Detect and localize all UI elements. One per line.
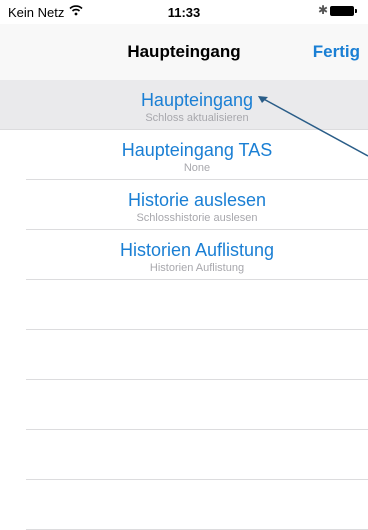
- list-item-haupteingang-tas[interactable]: Haupteingang TAS None: [26, 130, 368, 180]
- list-item-title: Haupteingang: [140, 90, 254, 110]
- empty-row: [26, 430, 368, 480]
- empty-row: [26, 480, 368, 530]
- bluetooth-icon: ✱: [318, 3, 329, 17]
- list-item-title: Haupteingang TAS: [121, 140, 273, 160]
- list-item-subtitle: Schloss aktualisieren: [145, 112, 249, 124]
- list-item-subtitle: Schlosshistorie auslesen: [136, 212, 258, 224]
- list-item-title: Historien Auflistung: [119, 240, 275, 260]
- empty-row: [26, 280, 368, 330]
- list-item-title: Historie auslesen: [127, 190, 267, 210]
- battery-icon: [330, 6, 357, 16]
- empty-row: [26, 380, 368, 430]
- done-button[interactable]: Fertig: [313, 42, 360, 62]
- list-item-historie-auslesen[interactable]: Historie auslesen Schlosshistorie ausles…: [26, 180, 368, 230]
- list-item-haupteingang[interactable]: Haupteingang Schloss aktualisieren: [0, 80, 368, 130]
- list-item-subtitle: None: [183, 162, 211, 174]
- navigation-bar: Haupteingang Fertig: [0, 24, 368, 81]
- empty-row: [26, 330, 368, 380]
- list-item-historien-auflistung[interactable]: Historien Auflistung Historien Auflistun…: [26, 230, 368, 280]
- status-bar: Kein Netz 11:33 ✱: [0, 0, 368, 24]
- clock: 11:33: [167, 5, 201, 20]
- action-list: Haupteingang Schloss aktualisieren Haupt…: [0, 80, 368, 530]
- list-item-subtitle: Historien Auflistung: [149, 262, 245, 274]
